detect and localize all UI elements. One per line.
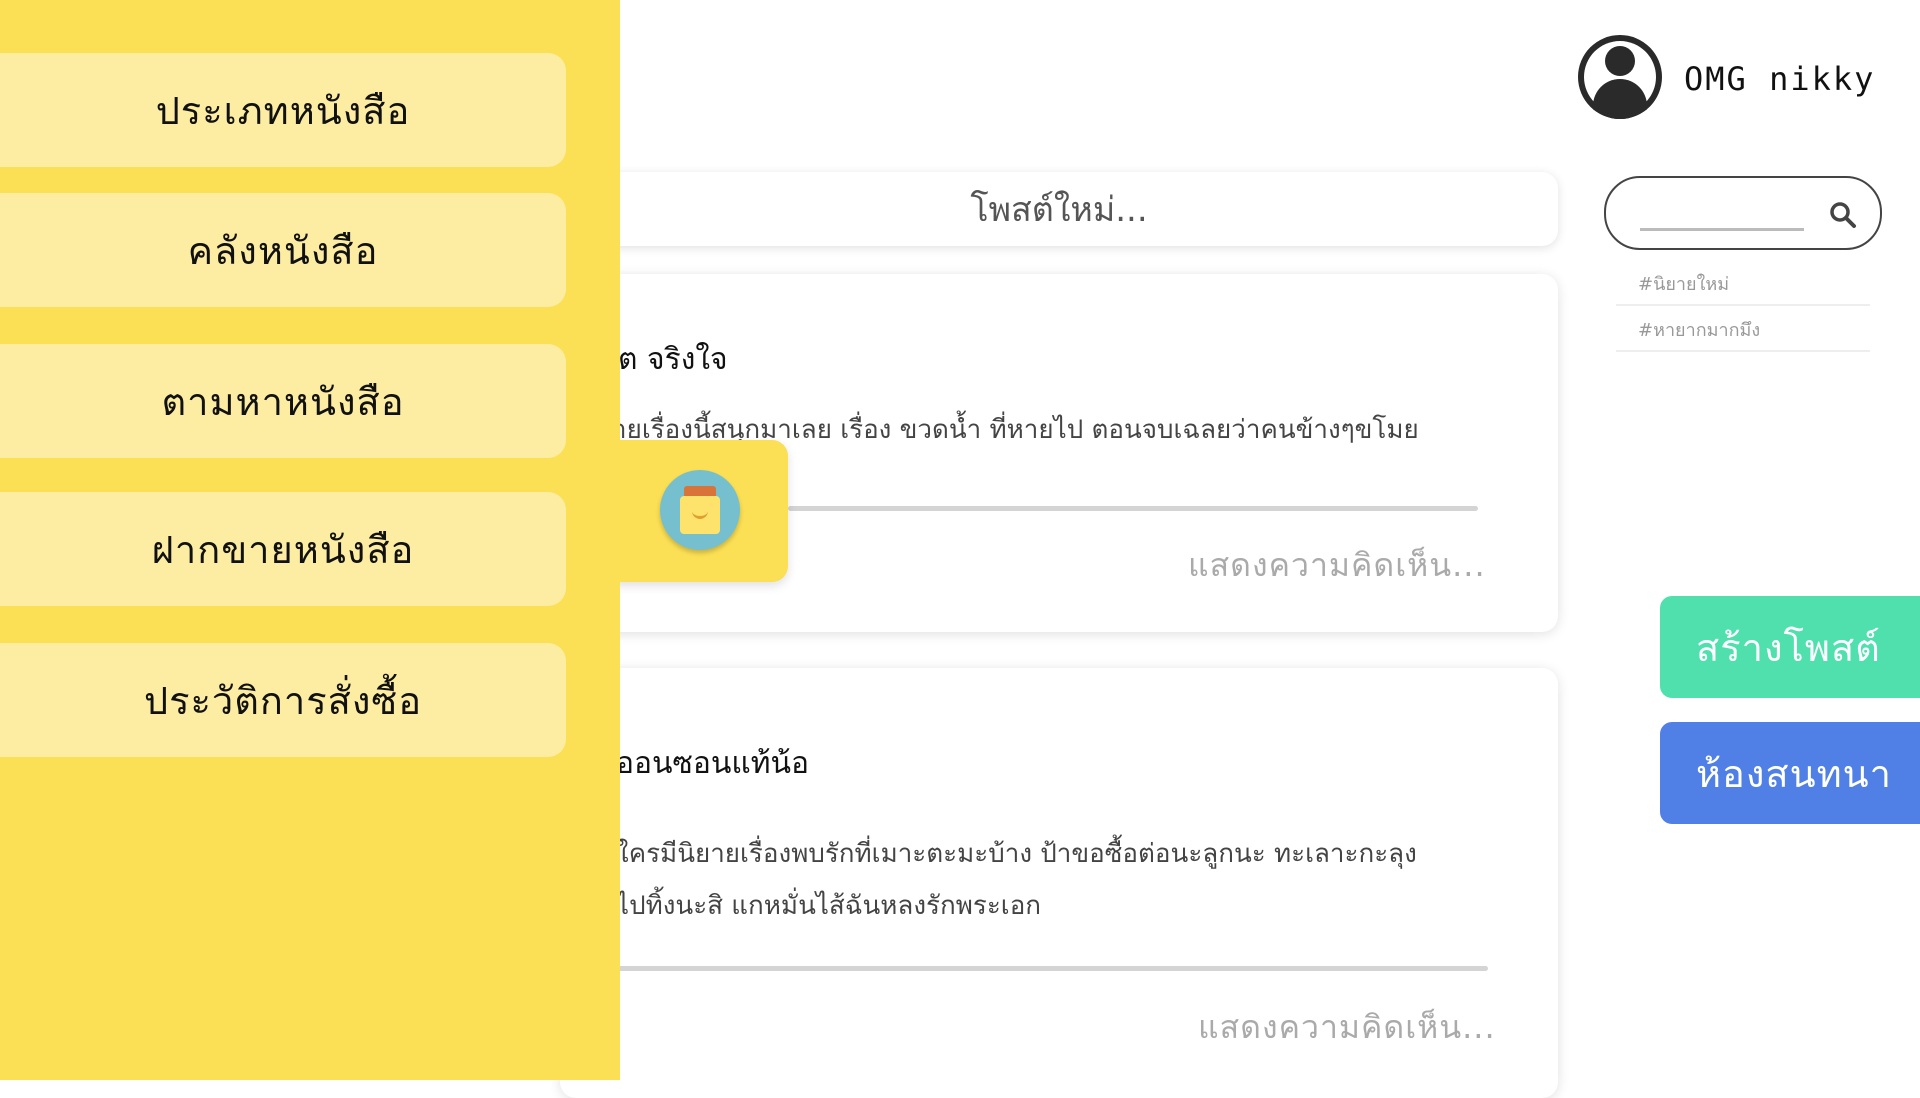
hashtag-item[interactable]: #นิยายใหม่	[1616, 262, 1870, 306]
menu-item-book-categories[interactable]: ประเภทหนังสือ	[0, 53, 566, 167]
username: OMG nikky	[1684, 60, 1876, 98]
post-body: ใครมีนิยายเรื่องพบรักที่เมาะตะมะบ้าง ป้า…	[616, 839, 1417, 869]
search-box[interactable]	[1604, 176, 1882, 250]
menu-item-consign-book[interactable]: ฝากขายหนังสือ	[0, 492, 566, 606]
post-title: ต จริงใจ	[618, 342, 728, 377]
divider	[600, 966, 1488, 971]
menu-item-find-book[interactable]: ตามหาหนังสือ	[0, 344, 566, 458]
avatar-icon[interactable]	[1578, 35, 1662, 119]
search-input[interactable]	[1640, 196, 1804, 231]
create-post-button[interactable]: สร้างโพสต์	[1660, 596, 1920, 698]
new-post-input[interactable]: โพสต์ใหม่...	[560, 172, 1558, 246]
menu-item-order-history[interactable]: ประวัติการสั่งซื้อ	[0, 643, 566, 757]
post-title: ออนซอนแท้น้อ	[616, 746, 810, 781]
comment-input[interactable]: แสดงความคิดเห็น...	[1188, 540, 1486, 591]
divider	[788, 506, 1478, 511]
post-body: ไปทิ้งนะสิ แกหมั่นไส้ฉันหลงรักพระเอก	[616, 891, 1042, 921]
comment-input[interactable]: แสดงความคิดเห็น...	[1198, 1002, 1496, 1053]
hashtag-item[interactable]: #หายากมากมึง	[1616, 308, 1870, 352]
search-icon[interactable]	[1828, 200, 1858, 230]
post-card: ออนซอนแท้น้อ ใครมีนิยายเรื่องพบรักที่เมา…	[560, 668, 1558, 1098]
chat-room-button[interactable]: ห้องสนทนา	[1660, 722, 1920, 824]
shopping-bag-icon	[660, 470, 740, 550]
menu-item-book-library[interactable]: คลังหนังสือ	[0, 193, 566, 307]
drawer-toggle-tab[interactable]	[600, 440, 788, 582]
side-drawer: ประเภทหนังสือ คลังหนังสือ ตามหาหนังสือ ฝ…	[0, 0, 620, 1080]
